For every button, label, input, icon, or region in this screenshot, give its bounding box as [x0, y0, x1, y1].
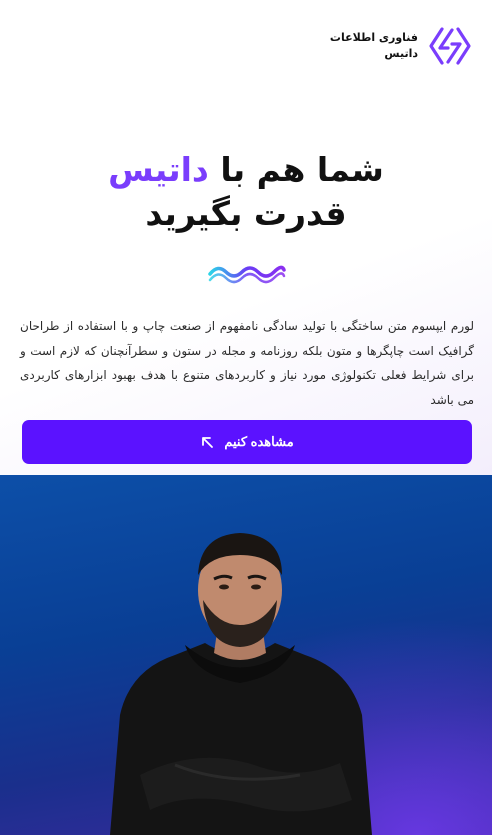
hero-title-part1: شما هم با: [220, 150, 384, 189]
brand-name: فناوری اطلاعات داتیس: [330, 30, 418, 62]
hero-title-accent: داتیس: [108, 150, 209, 189]
person-photo: [0, 475, 492, 835]
brand-line1: فناوری اطلاعات: [329, 31, 418, 44]
hero-title: شما هم با داتیس قدرت بگیرید: [0, 148, 492, 236]
hero-description: لورم ایپسوم متن ساختگی با تولید سادگی نا…: [20, 319, 474, 407]
person-illustration: [0, 475, 492, 835]
datis-logo-icon[interactable]: [428, 26, 472, 66]
view-button[interactable]: مشاهده کنیم: [22, 420, 472, 464]
header: فناوری اطلاعات داتیس: [330, 26, 472, 66]
hero-title-line1: شما هم با داتیس: [0, 148, 492, 192]
arrow-up-left-icon: [202, 437, 214, 448]
brand-line2: داتیس: [384, 47, 418, 60]
wave-decoration-icon: [208, 265, 286, 284]
view-button-label: مشاهده کنیم: [224, 434, 294, 449]
hero-title-line2: قدرت بگیرید: [145, 194, 347, 233]
